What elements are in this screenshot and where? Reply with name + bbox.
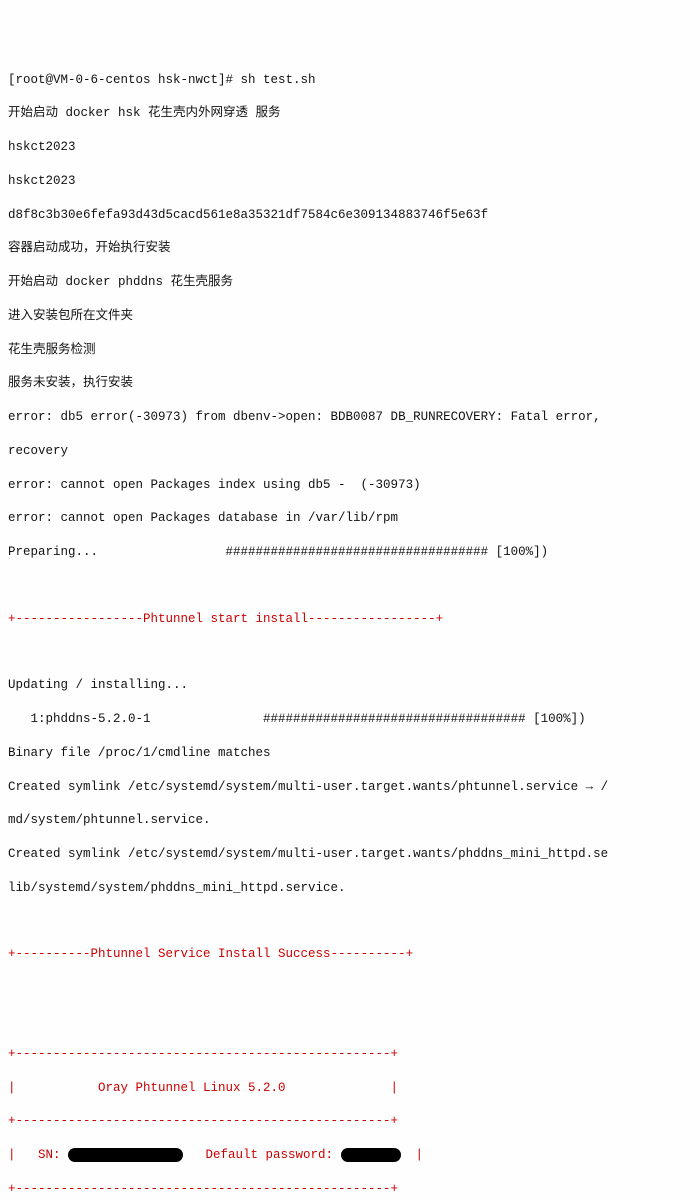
output-line: lib/systemd/system/phddns_mini_httpd.ser…: [8, 880, 692, 897]
install-start-banner: +-----------------Phtunnel start install…: [8, 611, 692, 628]
blank-line: [8, 980, 692, 996]
output-line: Created symlink /etc/systemd/system/mult…: [8, 779, 692, 796]
blank-line: [8, 644, 692, 660]
prompt-line-1: [root@VM-0-6-centos hsk-nwct]# sh test.s…: [8, 72, 692, 89]
box-border: +---------------------------------------…: [8, 1046, 692, 1063]
preparing-line: Preparing... ###########################…: [8, 544, 692, 561]
blank-line: [8, 578, 692, 594]
output-line: 服务未安装，执行安装: [8, 375, 692, 392]
output-line: hskct2023: [8, 139, 692, 156]
error-line: recovery: [8, 443, 692, 460]
output-line: 1:phddns-5.2.0-1 #######################…: [8, 711, 692, 728]
sn-label: | SN:: [8, 1148, 68, 1162]
output-line: Binary file /proc/1/cmdline matches: [8, 745, 692, 762]
shell-prompt: [root@VM-0-6-centos hsk-nwct]#: [8, 73, 241, 87]
password-redacted: [341, 1148, 401, 1162]
box-sn-line: | SN: Default password: |: [8, 1147, 692, 1164]
box-line-end: |: [401, 1148, 424, 1162]
blank-line: [8, 914, 692, 930]
output-line: d8f8c3b30e6fefa93d43d5cacd561e8a35321df7…: [8, 207, 692, 224]
output-line: 进入安装包所在文件夹: [8, 308, 692, 325]
box-title: | Oray Phtunnel Linux 5.2.0 |: [8, 1080, 692, 1097]
box-border: +---------------------------------------…: [8, 1181, 692, 1198]
blank-line: [8, 1013, 692, 1029]
box-border: +---------------------------------------…: [8, 1113, 692, 1130]
output-line: Created symlink /etc/systemd/system/mult…: [8, 846, 692, 863]
error-line: error: cannot open Packages database in …: [8, 510, 692, 527]
error-line: error: db5 error(-30973) from dbenv->ope…: [8, 409, 692, 426]
sn-redacted: [68, 1148, 183, 1162]
error-line: error: cannot open Packages index using …: [8, 477, 692, 494]
output-line: 容器启动成功，开始执行安装: [8, 240, 692, 257]
output-line: 开始启动 docker hsk 花生壳内外网穿透 服务: [8, 105, 692, 122]
command-entered: sh test.sh: [241, 73, 316, 87]
install-success-banner: +----------Phtunnel Service Install Succ…: [8, 946, 692, 963]
output-line: hskct2023: [8, 173, 692, 190]
output-line: md/system/phtunnel.service.: [8, 812, 692, 829]
output-line: Updating / installing...: [8, 677, 692, 694]
output-line: 花生壳服务检测: [8, 342, 692, 359]
output-line: 开始启动 docker phddns 花生壳服务: [8, 274, 692, 291]
password-label: Default password:: [183, 1148, 341, 1162]
